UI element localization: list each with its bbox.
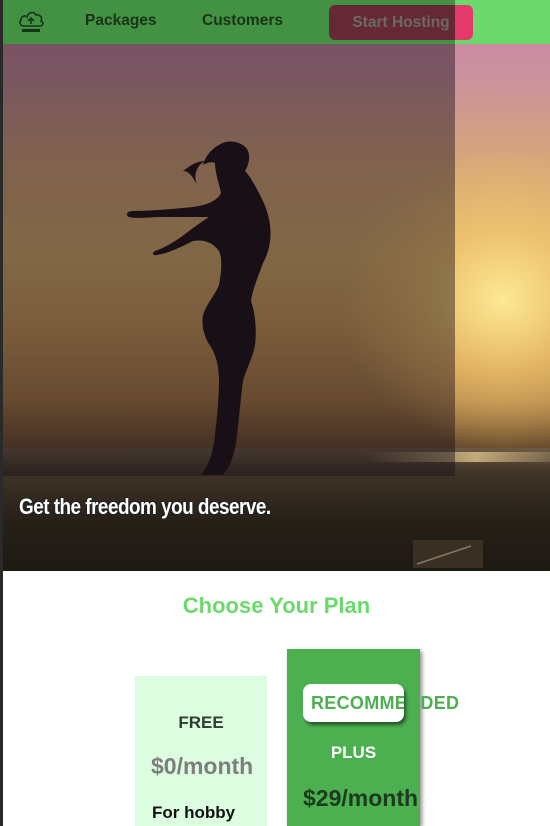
recommended-badge: RECOMMENDED [303, 684, 404, 722]
plan-card-plus[interactable]: PLUS $29/month [287, 649, 420, 826]
plan-description: For hobby [152, 803, 236, 822]
hero-overlay [3, 44, 455, 476]
plan-price: $29/month [303, 785, 419, 811]
plan-card-free[interactable]: FREE $0/month For hobby [135, 676, 267, 826]
plan-name: FREE [178, 713, 224, 732]
plan-name: PLUS [330, 743, 377, 762]
recommended-badge-label: RECOMMENDED [311, 693, 404, 713]
plan-price: $0/month [151, 753, 254, 779]
driftwood-fragment [413, 540, 483, 568]
hero-heading: Get the freedom you deserve. [19, 494, 271, 519]
hero-section: Get the freedom you deserve. [3, 0, 550, 571]
plans-title: Choose Your Plan [182, 593, 371, 618]
navbar-overlay [3, 0, 455, 44]
navbar: Packages Customers Start Hosting [3, 0, 550, 44]
